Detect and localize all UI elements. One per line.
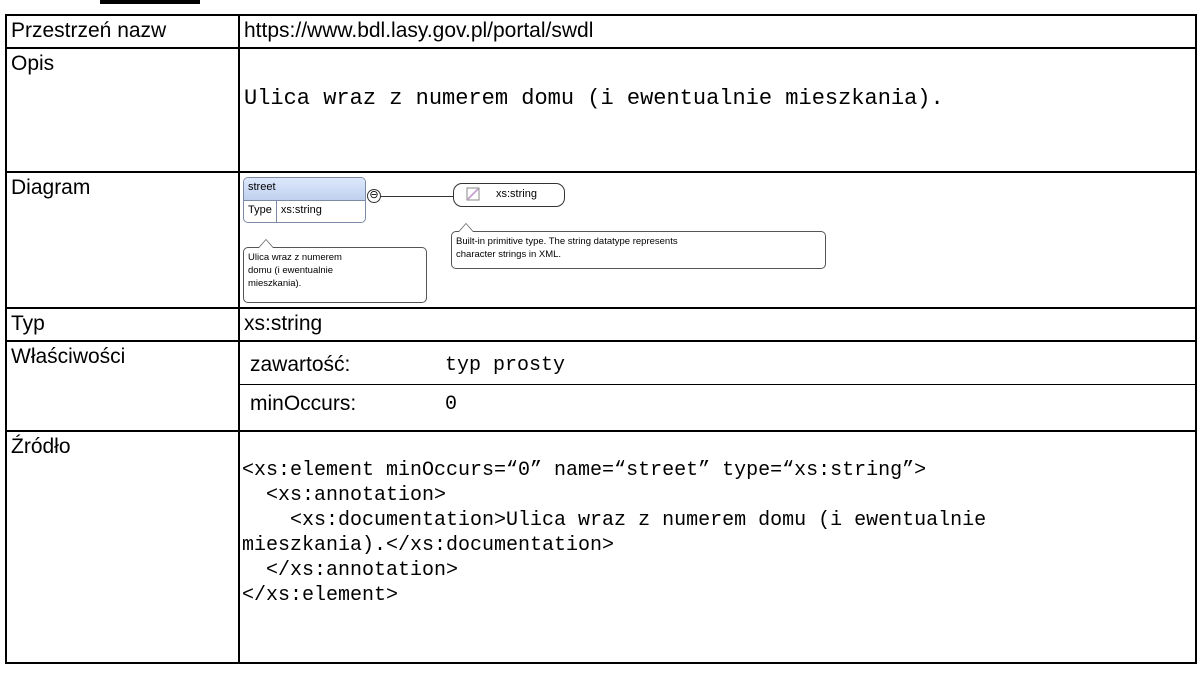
- description-label: Opis: [5, 47, 240, 173]
- diagram-row: Diagram street Type xs:string ⊖ xs:strin…: [5, 171, 1197, 309]
- property-key: minOccurs:: [250, 392, 357, 415]
- property-value: typ prosty: [445, 346, 1195, 385]
- connector-line: [380, 196, 453, 197]
- element-annotation-tooltip: Ulica wraz z numerem domu (i ewentualnie…: [243, 239, 427, 303]
- element-annotation-text: Ulica wraz z numerem domu (i ewentualnie…: [248, 252, 342, 289]
- schema-diagram: street Type xs:string ⊖ xs:string Ulica …: [243, 175, 1195, 303]
- type-label: Typ: [5, 307, 240, 342]
- type-value: xs:string: [238, 307, 1197, 342]
- properties-table: zawartość: typ prosty minOccurs: 0: [240, 346, 1195, 423]
- namespace-value: https://www.bdl.lasy.gov.pl/portal/swdl: [238, 14, 1197, 49]
- element-name: street: [244, 178, 365, 201]
- source-row: Źródło <xs:element minOccurs=“0” name=“s…: [5, 430, 1197, 664]
- namespace-label: Przestrzeń nazw: [5, 14, 240, 49]
- element-box-street: street Type xs:string: [243, 177, 366, 223]
- description-text: Ulica wraz z numerem domu (i ewentualnie…: [244, 86, 944, 111]
- element-type-value: xs:string: [280, 204, 322, 216]
- simple-type-box: xs:string: [453, 183, 565, 207]
- element-type-key: Type: [244, 201, 277, 222]
- property-row: minOccurs: 0: [240, 385, 1195, 424]
- type-annotation-text: Built-in primitive type. The string data…: [456, 236, 678, 260]
- description-row: Opis Ulica wraz z numerem domu (i ewentu…: [5, 47, 1197, 173]
- collapse-icon: ⊖: [367, 189, 381, 203]
- properties-label: Właściwości: [5, 340, 240, 432]
- element-documentation-table: Przestrzeń nazw https://www.bdl.lasy.gov…: [5, 14, 1197, 664]
- diagram-label: Diagram: [5, 171, 240, 309]
- type-annotation-tooltip: Built-in primitive type. The string data…: [451, 223, 826, 269]
- namespace-row: Przestrzeń nazw https://www.bdl.lasy.gov…: [5, 14, 1197, 49]
- type-row: Typ xs:string: [5, 307, 1197, 342]
- cropped-heading-fragment: [100, 0, 200, 4]
- simple-type-icon: [466, 187, 480, 201]
- source-code: <xs:element minOccurs=“0” name=“street” …: [242, 459, 987, 607]
- source-label: Źródło: [5, 430, 240, 664]
- property-row: zawartość: typ prosty: [240, 346, 1195, 385]
- property-value: 0: [445, 392, 458, 416]
- simple-type-label: xs:string: [496, 188, 537, 200]
- property-key: zawartość:: [240, 346, 445, 385]
- properties-row: Właściwości zawartość: typ prosty minOcc…: [5, 340, 1197, 432]
